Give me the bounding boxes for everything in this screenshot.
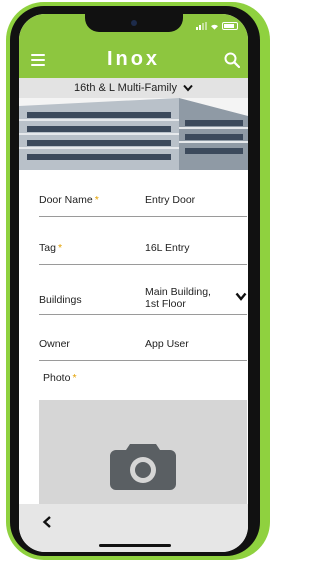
tag-field[interactable]: Tag * 16L Entry <box>39 236 247 265</box>
tag-label: Tag * <box>39 242 63 254</box>
chevron-down-icon <box>235 292 247 301</box>
status-bar <box>196 22 238 30</box>
property-selector[interactable]: 16th & L Multi-Family <box>19 78 248 98</box>
owner-label: Owner <box>39 338 70 350</box>
photo-label: Photo * <box>43 372 77 384</box>
buildings-label: Buildings <box>39 294 82 306</box>
battery-icon <box>222 22 238 30</box>
app-header: Inox <box>19 14 248 78</box>
buildings-dropdown[interactable]: Buildings Main Building, 1st Floor <box>39 282 247 315</box>
property-name: 16th & L Multi-Family <box>74 82 177 94</box>
photo-upload-area[interactable] <box>39 400 247 504</box>
bottom-bar <box>19 504 248 552</box>
building-photo <box>19 98 248 170</box>
back-icon[interactable] <box>42 516 52 528</box>
home-indicator <box>99 544 171 547</box>
tag-value: 16L Entry <box>145 242 190 254</box>
buildings-value: Main Building, 1st Floor <box>145 286 211 310</box>
notch <box>85 14 183 32</box>
camera-icon <box>110 444 176 490</box>
signal-icon <box>196 22 207 30</box>
app-screen: Inox 16th & L Multi-Family Door Name * E… <box>19 14 248 552</box>
owner-value: App User <box>145 338 189 350</box>
required-marker: * <box>72 372 77 384</box>
required-marker: * <box>94 194 99 206</box>
wifi-icon <box>211 24 218 30</box>
door-name-value: Entry Door <box>145 194 196 206</box>
chevron-down-icon <box>183 84 193 92</box>
door-name-field[interactable]: Door Name * Entry Door <box>39 188 247 217</box>
owner-field[interactable]: Owner App User <box>39 332 247 361</box>
camera-dot <box>131 20 137 26</box>
app-logo: Inox <box>106 48 161 70</box>
search-icon[interactable] <box>224 52 240 68</box>
door-name-label: Door Name * <box>39 194 99 206</box>
required-marker: * <box>57 242 63 254</box>
